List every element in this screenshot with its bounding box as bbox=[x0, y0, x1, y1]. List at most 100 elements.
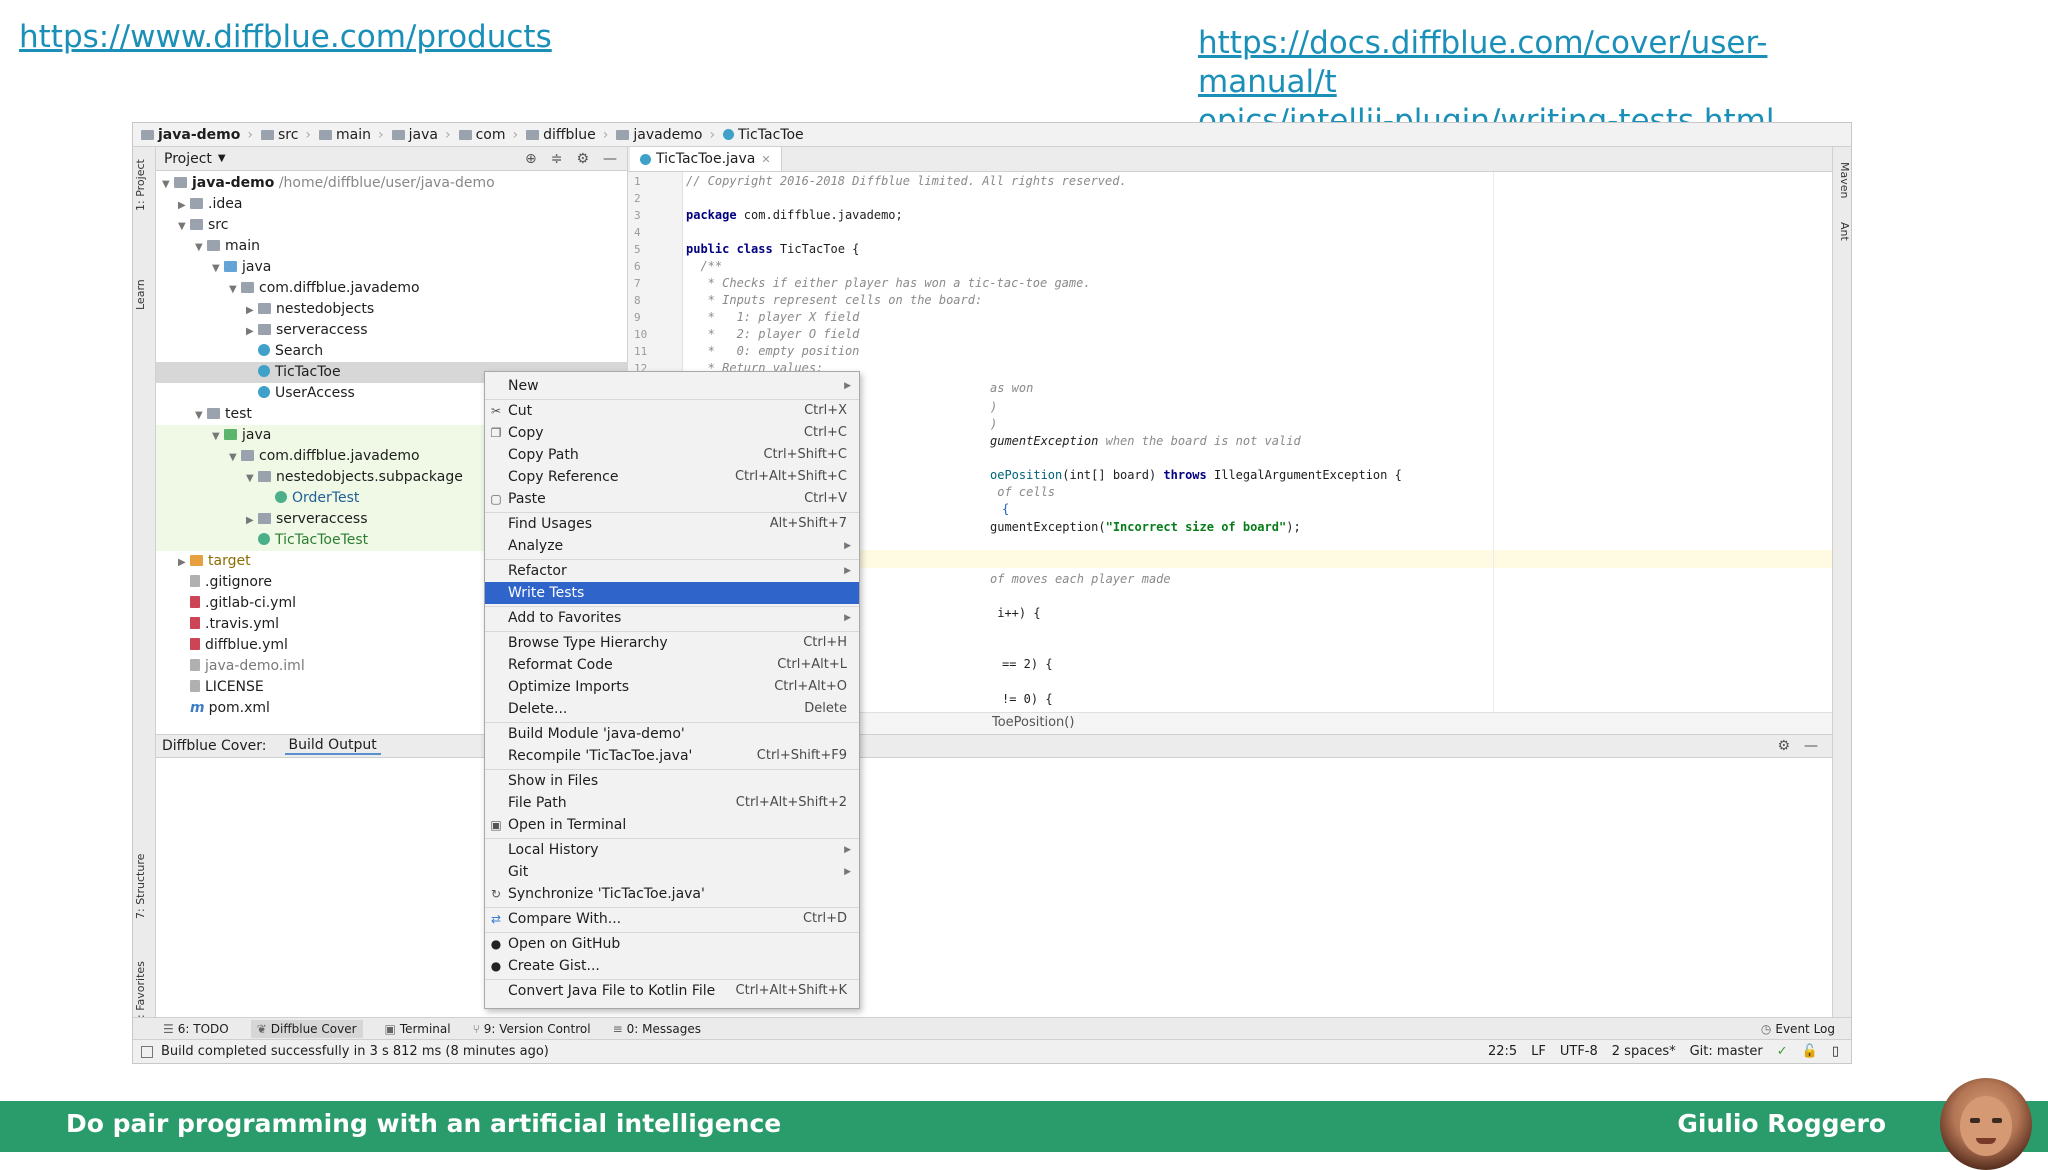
code-line: * Checks if either player has won a tic-… bbox=[686, 276, 1091, 290]
menu-item-paste[interactable]: ▢ Paste Ctrl+V bbox=[485, 488, 859, 510]
menu-item-git[interactable]: Git ▶ bbox=[485, 861, 859, 883]
menu-item-refactor[interactable]: Refactor ▶ bbox=[485, 560, 859, 582]
menu-item-file-path[interactable]: File Path Ctrl+Alt+Shift+2 bbox=[485, 792, 859, 814]
indent-setting[interactable]: 2 spaces* bbox=[1612, 1044, 1676, 1059]
file-encoding[interactable]: UTF-8 bbox=[1560, 1044, 1598, 1059]
breadcrumb-item[interactable]: java-demo › bbox=[141, 127, 253, 143]
maven-tool-tab[interactable]: Maven bbox=[1833, 155, 1851, 205]
chevron-right-icon: ▶ bbox=[844, 867, 851, 877]
ant-tool-tab[interactable]: Ant bbox=[1833, 213, 1851, 249]
caret-position[interactable]: 22:5 bbox=[1488, 1044, 1517, 1059]
line-number: 3 bbox=[634, 209, 641, 222]
menu-item-copy[interactable]: ❐ Copy Ctrl+C bbox=[485, 422, 859, 444]
tree-item-package[interactable]: ▼ com.diffblue.javademo bbox=[156, 278, 700, 299]
breadcrumb-item[interactable]: javademo › bbox=[616, 127, 715, 143]
project-tool-tab[interactable]: 1: Project bbox=[134, 155, 154, 215]
tree-item-java[interactable]: ▼ java bbox=[156, 257, 683, 278]
folder-icon bbox=[391, 129, 405, 140]
class-icon bbox=[258, 344, 270, 356]
menu-item-compare-with[interactable]: ⇄ Compare With... Ctrl+D bbox=[485, 908, 859, 930]
locate-icon[interactable]: ⊕ bbox=[525, 151, 537, 167]
chevron-down-icon[interactable]: ▼ bbox=[218, 153, 226, 164]
slide-title: Do pair programming with an artificial i… bbox=[66, 1109, 782, 1138]
breadcrumb-item[interactable]: com › bbox=[458, 127, 518, 143]
menu-item-new[interactable]: New ▶ bbox=[485, 375, 859, 397]
menu-item-local-history[interactable]: Local History ▶ bbox=[485, 839, 859, 861]
terminal-tool-button[interactable]: ▣ Terminal bbox=[385, 1022, 451, 1036]
git-branch[interactable]: Git: master bbox=[1690, 1044, 1763, 1059]
tree-item-src[interactable]: ▼ src bbox=[156, 215, 649, 236]
menu-item-cut[interactable]: ✂ Cut Ctrl+X bbox=[485, 400, 859, 422]
context-menu: New ▶ ✂ Cut Ctrl+X ❐ Copy Ctrl+C Copy Path Ctr… bbox=[484, 371, 860, 1009]
folder-icon bbox=[207, 240, 220, 251]
method-breadcrumb[interactable]: ToePosition() bbox=[992, 715, 1074, 730]
tree-item-java-demo[interactable]: ▼ java-demo /home/diffblue/user/java-demo bbox=[156, 173, 633, 194]
minimize-icon[interactable]: — bbox=[1804, 738, 1818, 754]
menu-item-copy-reference[interactable]: Copy Reference Ctrl+Alt+Shift+C bbox=[485, 466, 859, 488]
line-separator[interactable]: LF bbox=[1531, 1044, 1546, 1059]
menu-item-create-gist[interactable]: ● Create Gist... bbox=[485, 955, 859, 977]
code-fragment: oePosition(int[] board) throws IllegalAr… bbox=[990, 468, 1402, 482]
code-line: * 2: player O field bbox=[686, 327, 860, 341]
tree-item-main[interactable]: ▼ main bbox=[156, 236, 666, 257]
breadcrumb-item[interactable]: src › bbox=[260, 127, 311, 143]
chevron-right-icon: ▶ bbox=[844, 613, 851, 623]
tree-item-idea[interactable]: ▶ .idea bbox=[156, 194, 649, 215]
minimize-icon[interactable]: — bbox=[603, 151, 617, 167]
gear-icon[interactable]: ⚙ bbox=[1777, 738, 1790, 754]
status-toggle-icon[interactable] bbox=[141, 1045, 153, 1058]
menu-item-delete[interactable]: Delete... Delete bbox=[485, 698, 859, 720]
event-log-button[interactable]: ◷ Event Log bbox=[1761, 1022, 1835, 1036]
menu-item-convert-to-kotlin[interactable]: Convert Java File to Kotlin File Ctrl+Alt… bbox=[485, 980, 859, 1002]
menu-item-browse-type-hierarchy[interactable]: Browse Type Hierarchy Ctrl+H bbox=[485, 632, 859, 654]
learn-tool-tab[interactable]: Learn bbox=[134, 273, 154, 317]
menu-item-synchronize[interactable]: ↻ Synchronize 'TicTacToe.java' bbox=[485, 883, 859, 905]
menu-item-copy-path[interactable]: Copy Path Ctrl+Shift+C bbox=[485, 444, 859, 466]
breadcrumb-item[interactable]: TicTacToe bbox=[723, 127, 804, 143]
products-link[interactable]: https://www.diffblue.com/products bbox=[19, 18, 552, 57]
code-fragment: as won bbox=[990, 381, 1034, 395]
project-view-selector[interactable]: Project bbox=[164, 151, 212, 167]
messages-tool-button[interactable]: ≡ 0: Messages bbox=[613, 1022, 701, 1036]
editor-tab[interactable]: TicTacToe.java ✕ bbox=[630, 147, 782, 171]
lock-icon[interactable]: 🔓 bbox=[1802, 1044, 1818, 1059]
menu-item-analyze[interactable]: Analyze ▶ bbox=[485, 535, 859, 557]
tab-build-output[interactable]: Build Output bbox=[284, 737, 381, 755]
menu-item-add-to-favorites[interactable]: Add to Favorites ▶ bbox=[485, 607, 859, 629]
diffblue-tool-button[interactable]: ❦ Diffblue Cover bbox=[250, 1019, 363, 1038]
terminal-icon: ▣ bbox=[384, 1021, 396, 1036]
package-icon bbox=[258, 471, 271, 482]
menu-item-recompile[interactable]: Recompile 'TicTacToe.java' Ctrl+Shift+F9 bbox=[485, 745, 859, 767]
close-icon[interactable]: ✕ bbox=[761, 153, 770, 166]
docs-link-line1[interactable]: https://docs.diffblue.com/cover/user-man… bbox=[1198, 24, 1878, 102]
menu-item-build-module[interactable]: Build Module 'java-demo' bbox=[485, 723, 859, 745]
list-icon: ☰ bbox=[163, 1021, 174, 1036]
line-number: 1 bbox=[634, 175, 641, 188]
folder-icon bbox=[174, 177, 187, 188]
structure-tool-tab[interactable]: 7: Structure bbox=[134, 847, 154, 925]
status-message[interactable]: Build completed successfully in 3 s 812 … bbox=[161, 1044, 549, 1059]
text-file-icon bbox=[190, 680, 200, 692]
maven-file-icon: m bbox=[190, 700, 205, 716]
breadcrumb-item[interactable]: diffblue › bbox=[526, 127, 608, 143]
breadcrumb-item[interactable]: main › bbox=[319, 127, 384, 143]
menu-item-open-in-terminal[interactable]: ▣ Open in Terminal bbox=[485, 814, 859, 836]
folder-icon bbox=[207, 408, 220, 419]
menu-item-find-usages[interactable]: Find Usages Alt+Shift+7 bbox=[485, 513, 859, 535]
gear-icon[interactable]: ⚙ bbox=[576, 151, 589, 167]
line-number: 4 bbox=[634, 226, 641, 239]
collapse-icon[interactable]: ≑ bbox=[551, 151, 563, 167]
trash-icon[interactable]: ▯ bbox=[1832, 1044, 1839, 1059]
menu-item-reformat-code[interactable]: Reformat Code Ctrl+Alt+L bbox=[485, 654, 859, 676]
menu-item-write-tests[interactable]: Write Tests bbox=[485, 582, 859, 604]
menu-item-show-in-files[interactable]: Show in Files bbox=[485, 770, 859, 792]
check-icon[interactable]: ✓ bbox=[1777, 1044, 1788, 1059]
folder-icon bbox=[526, 129, 540, 140]
code-fragment: != 0) { bbox=[1002, 692, 1053, 706]
breadcrumb-item[interactable]: java › bbox=[391, 127, 451, 143]
vcs-tool-button[interactable]: ⑂ 9: Version Control bbox=[473, 1022, 591, 1036]
menu-item-open-on-github[interactable]: ● Open on GitHub bbox=[485, 933, 859, 955]
tool-window-bar: ☰ 6: TODO ❦ Diffblue Cover ▣ Terminal ⑂ 9: V… bbox=[133, 1017, 1851, 1039]
menu-item-optimize-imports[interactable]: Optimize Imports Ctrl+Alt+O bbox=[485, 676, 859, 698]
todo-tool-button[interactable]: ☰ 6: TODO bbox=[163, 1022, 229, 1036]
